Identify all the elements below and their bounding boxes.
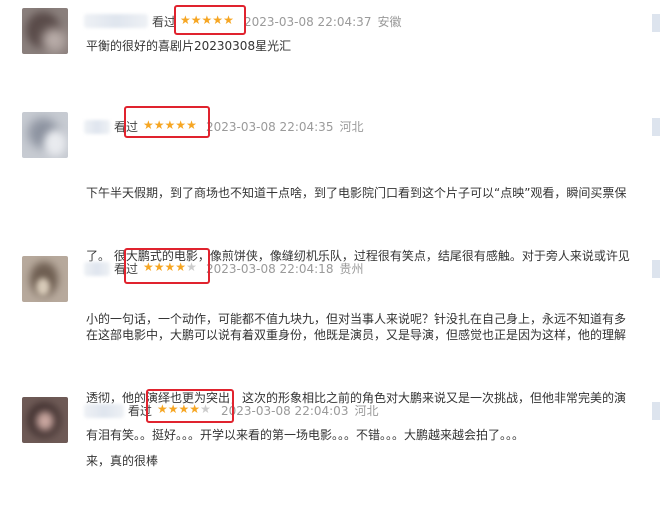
review-line: 在这部电影中，大鹏可以说有着双重身份，他既是演员，又是导演，但感觉也正是因为这样… bbox=[86, 328, 627, 342]
review-meta: 2023-03-08 22:04:03 河北 bbox=[221, 402, 384, 419]
side-button[interactable] bbox=[652, 14, 660, 32]
username[interactable] bbox=[84, 120, 110, 134]
review-line: 来，真的很棒 bbox=[86, 454, 159, 468]
avatar[interactable] bbox=[22, 8, 68, 54]
avatar[interactable] bbox=[22, 112, 68, 158]
side-button[interactable] bbox=[652, 118, 660, 136]
review-content: 平衡的很好的喜剧片20230308星光汇 bbox=[86, 36, 660, 57]
review-content: 有泪有笑。。挺好。。。开学以来看的第一场电影。。。不错。。。大鹏越来越会拍了。。… bbox=[86, 425, 660, 446]
review-line: 下午半天假期，到了商场也不知道干点啥，到了电影院门口看到这个片子可以“点映”观看… bbox=[86, 186, 627, 200]
username[interactable] bbox=[84, 14, 148, 28]
username[interactable] bbox=[84, 262, 110, 276]
review-date: 2023-03-08 22:04:03 bbox=[221, 404, 349, 418]
avatar[interactable] bbox=[22, 397, 68, 443]
review-date: 2023-03-08 22:04:18 bbox=[206, 262, 334, 276]
side-button[interactable] bbox=[652, 402, 660, 420]
review-date: 2023-03-08 22:04:35 bbox=[206, 120, 334, 134]
username[interactable] bbox=[84, 404, 124, 418]
side-button[interactable] bbox=[652, 260, 660, 278]
rating-highlight-box bbox=[124, 248, 210, 284]
review-meta: 2023-03-08 22:04:37 安徽 bbox=[244, 13, 407, 30]
rating-highlight-box bbox=[124, 106, 210, 138]
review-meta: 2023-03-08 22:04:35 河北 bbox=[206, 118, 369, 135]
avatar[interactable] bbox=[22, 256, 68, 302]
review-location: 安徽 bbox=[377, 15, 402, 29]
review-line: 有泪有笑。。挺好。。。开学以来看的第一场电影。。。不错。。。大鹏越来越会拍了。。… bbox=[86, 428, 525, 442]
review-line: 平衡的很好的喜剧片20230308星光汇 bbox=[86, 39, 292, 53]
review-location: 河北 bbox=[339, 120, 364, 134]
rating-highlight-box bbox=[174, 5, 246, 35]
review-date: 2023-03-08 22:04:37 bbox=[244, 15, 372, 29]
review-location: 河北 bbox=[354, 404, 379, 418]
watched-label: 看过 bbox=[152, 15, 177, 29]
review-meta: 2023-03-08 22:04:18 贵州 bbox=[206, 260, 369, 277]
rating-highlight-box bbox=[146, 389, 234, 423]
review-location: 贵州 bbox=[339, 262, 364, 276]
